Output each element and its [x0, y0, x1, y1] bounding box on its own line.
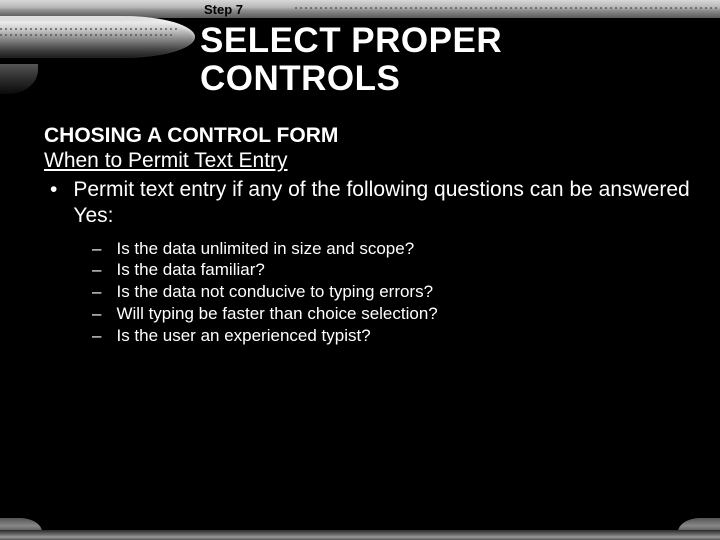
slide-content: CHOSING A CONTROL FORM When to Permit Te…	[44, 124, 692, 346]
bullet-dot-icon: •	[50, 177, 57, 230]
sub-bullet-text: Is the data not conducive to typing erro…	[116, 281, 433, 303]
bullet-dash-icon: –	[92, 325, 101, 347]
slide-title: SELECT PROPER CONTROLS	[200, 22, 502, 98]
content-heading: CHOSING A CONTROL FORM	[44, 124, 692, 148]
bullet-dash-icon: –	[92, 259, 101, 281]
bullet-dash-icon: –	[92, 238, 101, 260]
bullet-dash-icon: –	[92, 303, 101, 325]
corner-decoration	[0, 6, 200, 106]
main-bullet-text: Permit text entry if any of the followin…	[73, 177, 692, 230]
sub-bullet: – Is the user an experienced typist?	[92, 325, 692, 347]
content-subheading: When to Permit Text Entry	[44, 149, 692, 173]
step-label: Step 7	[204, 2, 243, 17]
title-line-1: SELECT PROPER	[200, 21, 502, 60]
sub-bullet: – Will typing be faster than choice sele…	[92, 303, 692, 325]
sub-bullets-list: – Is the data unlimited in size and scop…	[92, 238, 692, 347]
sub-bullet: – Is the data unlimited in size and scop…	[92, 238, 692, 260]
sub-bullet: – Is the data familiar?	[92, 259, 692, 281]
sub-bullet-text: Is the user an experienced typist?	[116, 325, 370, 347]
sub-bullet: – Is the data not conducive to typing er…	[92, 281, 692, 303]
sub-bullet-text: Will typing be faster than choice select…	[116, 303, 437, 325]
main-bullet: • Permit text entry if any of the follow…	[44, 177, 692, 230]
title-line-2: CONTROLS	[200, 59, 400, 98]
sub-bullet-text: Is the data familiar?	[116, 259, 264, 281]
sub-bullet-text: Is the data unlimited in size and scope?	[116, 238, 414, 260]
bullet-dash-icon: –	[92, 281, 101, 303]
bottom-decorative-bar	[0, 530, 720, 540]
